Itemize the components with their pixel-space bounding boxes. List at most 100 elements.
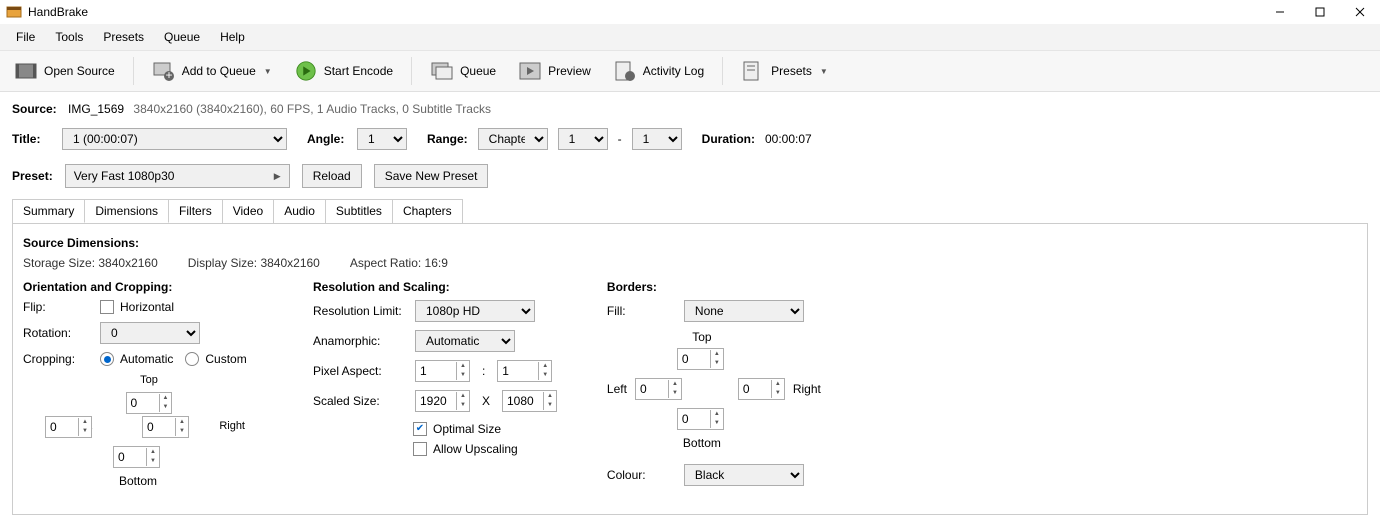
anamorphic-label: Anamorphic: [313, 334, 403, 348]
menu-presets[interactable]: Presets [93, 26, 154, 48]
allow-upscaling-label: Allow Upscaling [433, 442, 518, 456]
start-encode-button[interactable]: Start Encode [290, 57, 397, 85]
crop-right-spinner[interactable]: ▲▼ [142, 416, 189, 438]
fill-select[interactable]: None [684, 300, 804, 322]
tab-filters[interactable]: Filters [168, 199, 223, 223]
angle-select[interactable]: 1 [357, 128, 407, 150]
reload-button[interactable]: Reload [302, 164, 362, 188]
duration-label: Duration: [702, 132, 755, 146]
minimize-button[interactable] [1260, 0, 1300, 24]
preview-button[interactable]: Preview [514, 57, 595, 85]
menu-help[interactable]: Help [210, 26, 255, 48]
borders-title: Borders: [607, 280, 847, 294]
pixel-aspect-x-spinner[interactable]: ▲▼ [415, 360, 470, 382]
window-title: HandBrake [28, 5, 88, 19]
titlebar: HandBrake [0, 0, 1380, 24]
flip-horizontal-label: Horizontal [120, 300, 174, 314]
pixel-aspect-label: Pixel Aspect: [313, 364, 403, 378]
crop-bottom-label: Bottom [113, 474, 163, 488]
play-icon [294, 59, 318, 83]
pixel-aspect-y-spinner[interactable]: ▲▼ [497, 360, 552, 382]
add-to-queue-button[interactable]: + Add to Queue ▼ [148, 57, 276, 85]
colour-select[interactable]: Black [684, 464, 804, 486]
optimal-size-checkbox[interactable]: ✔ Optimal Size [413, 422, 501, 436]
app-icon [6, 4, 22, 20]
presets-button[interactable]: Presets ▼ [737, 57, 832, 85]
crop-top-spinner[interactable]: ▲▼ [126, 392, 173, 414]
toolbar-separator [133, 57, 134, 85]
menu-file[interactable]: File [6, 26, 45, 48]
source-row: Source: IMG_1569 3840x2160 (3840x2160), … [0, 92, 1380, 122]
title-select[interactable]: 1 (00:00:07) [62, 128, 287, 150]
scaled-width-spinner[interactable]: ▲▼ [415, 390, 470, 412]
border-top-label: Top [677, 330, 727, 344]
chevron-down-icon: ▼ [264, 67, 272, 76]
tab-audio[interactable]: Audio [273, 199, 326, 223]
crop-left-spinner[interactable]: ▲▼ [45, 416, 92, 438]
cropping-auto-label: Automatic [120, 352, 173, 366]
tab-chapters[interactable]: Chapters [392, 199, 463, 223]
range-type-select[interactable]: Chapters [478, 128, 548, 150]
tab-video[interactable]: Video [222, 199, 274, 223]
checkbox-icon [413, 442, 427, 456]
crop-right-label: Right [219, 420, 245, 432]
close-button[interactable] [1340, 0, 1380, 24]
title-label: Title: [12, 132, 52, 146]
cropping-custom-radio[interactable]: Custom [185, 352, 246, 366]
preset-select[interactable]: Very Fast 1080p30 ▶ [65, 164, 290, 188]
crop-bottom-spinner[interactable]: ▲▼ [113, 446, 160, 468]
flip-horizontal-checkbox[interactable]: Horizontal [100, 300, 174, 314]
activity-log-label: Activity Log [643, 64, 704, 78]
toolbar-separator [411, 57, 412, 85]
menu-queue[interactable]: Queue [154, 26, 210, 48]
maximize-button[interactable] [1300, 0, 1340, 24]
tab-dimensions[interactable]: Dimensions [84, 199, 169, 223]
rotation-select[interactable]: 0 [100, 322, 200, 344]
source-meta: 3840x2160 (3840x2160), 60 FPS, 1 Audio T… [133, 102, 491, 116]
save-new-preset-button[interactable]: Save New Preset [374, 164, 489, 188]
aspect-ratio: Aspect Ratio: 16:9 [350, 256, 448, 270]
border-bottom-spinner[interactable]: ▲▼ [677, 408, 724, 430]
chevron-down-icon: ▼ [820, 67, 828, 76]
borders-section: Borders: Fill: None Top ▲▼ Left ▲▼ ▲▼ Ri… [607, 280, 847, 494]
queue-label: Queue [460, 64, 496, 78]
dimensions-pane: Source Dimensions: Storage Size: 3840x21… [12, 223, 1368, 515]
open-source-button[interactable]: Open Source [10, 57, 119, 85]
resolution-limit-select[interactable]: 1080p HD [415, 300, 535, 322]
chevron-right-icon: ▶ [274, 171, 281, 182]
scaled-size-label: Scaled Size: [313, 394, 403, 408]
resolution-title: Resolution and Scaling: [313, 280, 557, 294]
allow-upscaling-checkbox[interactable]: Allow Upscaling [413, 442, 518, 456]
title-row: Title: 1 (00:00:07) Angle: 1 Range: Chap… [0, 122, 1380, 156]
log-icon [613, 59, 637, 83]
add-queue-icon: + [152, 59, 176, 83]
activity-log-button[interactable]: Activity Log [609, 57, 708, 85]
border-right-label: Right [793, 382, 821, 396]
queue-button[interactable]: Queue [426, 57, 500, 85]
border-bottom-label: Bottom [677, 436, 727, 450]
scaled-sep: X [482, 394, 490, 408]
range-label: Range: [427, 132, 468, 146]
flip-label: Flip: [23, 300, 88, 314]
cropping-label: Cropping: [23, 352, 88, 366]
border-left-spinner[interactable]: ▲▼ [635, 378, 682, 400]
res-limit-label: Resolution Limit: [313, 304, 403, 318]
scaled-height-spinner[interactable]: ▲▼ [502, 390, 557, 412]
preset-label: Preset: [12, 169, 53, 183]
menubar: File Tools Presets Queue Help [0, 24, 1380, 51]
anamorphic-select[interactable]: Automatic [415, 330, 515, 352]
border-left-label: Left [607, 382, 627, 396]
menu-tools[interactable]: Tools [45, 26, 93, 48]
cropping-automatic-radio[interactable]: Automatic [100, 352, 173, 366]
source-name: IMG_1569 [68, 102, 124, 116]
orientation-cropping-section: Orientation and Cropping: Flip: Horizont… [23, 280, 263, 494]
border-right-spinner[interactable]: ▲▼ [738, 378, 785, 400]
colour-label: Colour: [607, 468, 672, 482]
open-source-label: Open Source [44, 64, 115, 78]
range-from-select[interactable]: 1 [558, 128, 608, 150]
tab-summary[interactable]: Summary [12, 199, 85, 223]
range-to-select[interactable]: 1 [632, 128, 682, 150]
tab-subtitles[interactable]: Subtitles [325, 199, 393, 223]
range-separator: - [618, 132, 622, 146]
border-top-spinner[interactable]: ▲▼ [677, 348, 724, 370]
